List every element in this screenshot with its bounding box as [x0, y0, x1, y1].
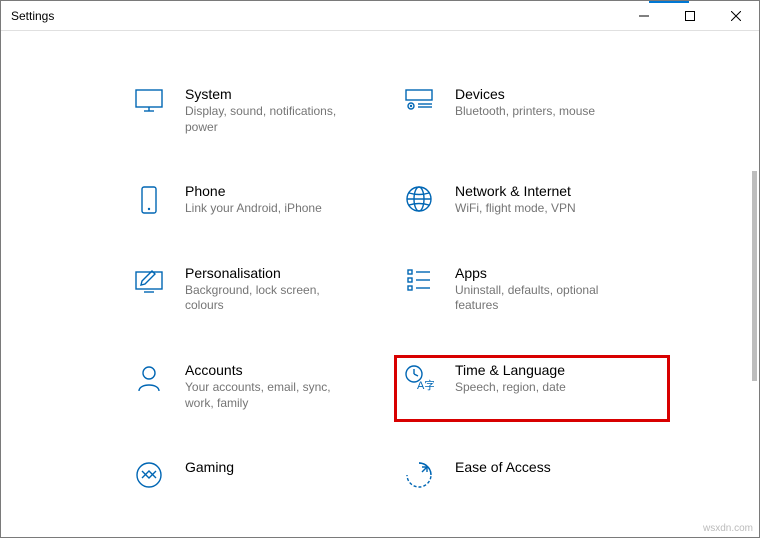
- category-title: Apps: [455, 265, 625, 281]
- category-sub: Background, lock screen, colours: [185, 283, 355, 314]
- minimize-button[interactable]: [621, 1, 667, 31]
- svg-text:A字: A字: [417, 378, 434, 392]
- window-controls: [621, 1, 759, 31]
- gaming-icon: [131, 459, 167, 489]
- category-title: Network & Internet: [455, 183, 576, 199]
- category-sub: Uninstall, defaults, optional features: [455, 283, 625, 314]
- category-title: Ease of Access: [455, 459, 551, 475]
- category-ease-of-access[interactable]: Ease of Access: [401, 459, 661, 489]
- accounts-icon: [131, 362, 167, 392]
- devices-icon: [401, 86, 437, 112]
- category-time-language[interactable]: A字 Time & Language Speech, region, date: [394, 355, 670, 422]
- category-network[interactable]: Network & Internet WiFi, flight mode, VP…: [401, 183, 661, 217]
- close-button[interactable]: [713, 1, 759, 31]
- category-gaming[interactable]: Gaming: [131, 459, 391, 489]
- category-title: Devices: [455, 86, 595, 102]
- category-title: System: [185, 86, 355, 102]
- category-title: Gaming: [185, 459, 234, 475]
- time-language-icon: A字: [401, 362, 437, 392]
- category-title: Accounts: [185, 362, 355, 378]
- category-title: Phone: [185, 183, 322, 199]
- category-personalisation[interactable]: Personalisation Background, lock screen,…: [131, 265, 391, 314]
- category-sub: Display, sound, notifications, power: [185, 104, 355, 135]
- system-icon: [131, 86, 167, 114]
- scrollbar-thumb[interactable]: [752, 171, 757, 381]
- category-system[interactable]: System Display, sound, notifications, po…: [131, 86, 391, 135]
- category-devices[interactable]: Devices Bluetooth, printers, mouse: [401, 86, 661, 135]
- maximize-button[interactable]: [667, 1, 713, 31]
- ease-icon: [401, 459, 437, 489]
- category-sub: Speech, region, date: [455, 380, 566, 396]
- category-sub: Link your Android, iPhone: [185, 201, 322, 217]
- globe-icon: [401, 183, 437, 213]
- phone-icon: [131, 183, 167, 215]
- category-apps[interactable]: Apps Uninstall, defaults, optional featu…: [401, 265, 661, 314]
- accent-strip: [649, 1, 689, 3]
- category-title: Personalisation: [185, 265, 355, 281]
- content-area: System Display, sound, notifications, po…: [1, 31, 759, 489]
- category-accounts[interactable]: Accounts Your accounts, email, sync, wor…: [131, 362, 391, 411]
- category-sub: Bluetooth, printers, mouse: [455, 104, 595, 120]
- watermark: wsxdn.com: [703, 523, 753, 534]
- category-phone[interactable]: Phone Link your Android, iPhone: [131, 183, 391, 217]
- category-title: Time & Language: [455, 362, 566, 378]
- category-sub: Your accounts, email, sync, work, family: [185, 380, 355, 411]
- personalisation-icon: [131, 265, 167, 293]
- settings-grid: System Display, sound, notifications, po…: [131, 86, 729, 489]
- category-sub: WiFi, flight mode, VPN: [455, 201, 576, 217]
- apps-icon: [401, 265, 437, 293]
- window-title: Settings: [11, 9, 54, 23]
- titlebar: Settings: [1, 1, 759, 31]
